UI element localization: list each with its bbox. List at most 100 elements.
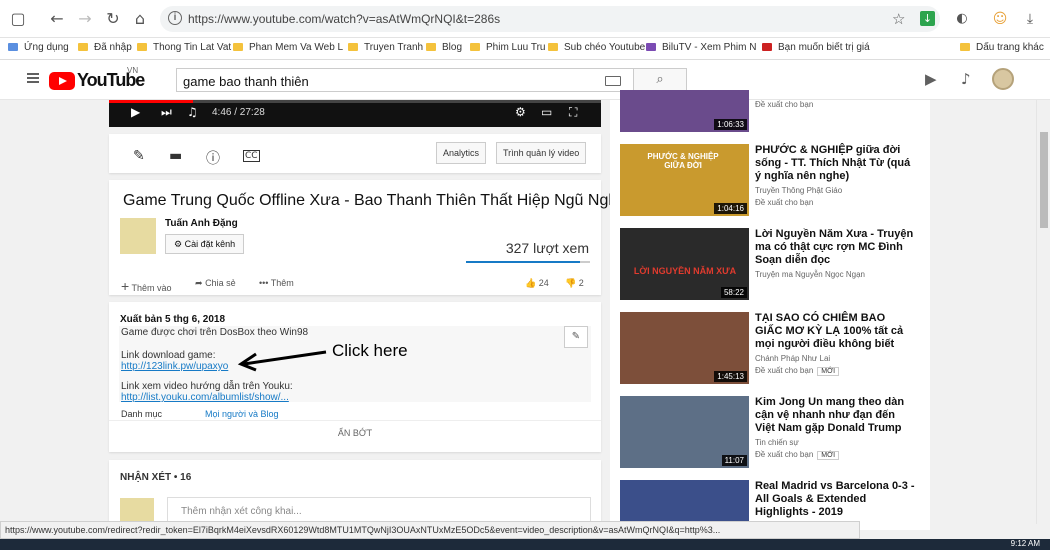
video-title: Game Trung Quốc Offline Xưa - Bao Thanh … xyxy=(123,192,622,209)
scroll-thumb[interactable] xyxy=(1040,132,1048,228)
bookmark-item[interactable]: Blog xyxy=(426,42,462,53)
downloads-icon[interactable]: ⤓ xyxy=(1020,9,1040,29)
creator-toolbar: ✎ ▬ ⓘ CC Analytics Trình quản lý video xyxy=(109,134,601,173)
folder-icon xyxy=(137,43,147,51)
next-icon[interactable]: ⏭ xyxy=(161,105,172,120)
bookmark-item[interactable]: Truyen Tranh xyxy=(348,42,423,53)
plus-icon: + xyxy=(121,278,130,294)
related-video-item[interactable]: LỜI NGUYỀN NĂM XƯA 58:22 Lời Nguyền Năm … xyxy=(620,228,920,300)
channel-settings-button[interactable]: ⚙ Cài đặt kênh xyxy=(165,234,245,254)
comments-section: NHẬN XÉT • 16 Thêm nhận xét công khai... xyxy=(109,460,601,532)
address-bar[interactable]: i https://www.youtube.com/watch?v=asAtWm… xyxy=(160,6,940,32)
video-thumbnail[interactable]: 1:06:33 xyxy=(620,90,749,132)
address-url[interactable]: https://www.youtube.com/watch?v=asAtWmQr… xyxy=(188,12,500,26)
dislike-button[interactable]: 👎 2 xyxy=(565,278,584,289)
new-badge: MỚI xyxy=(817,367,840,376)
folder-icon xyxy=(960,43,970,51)
enhancements-icon[interactable]: ▬ xyxy=(169,148,182,164)
home-icon[interactable]: ⌂ xyxy=(130,9,150,29)
bookmark-item[interactable]: Bạn muốn biết trị giá xyxy=(762,42,870,53)
account-avatar[interactable] xyxy=(992,68,1014,90)
captions-icon[interactable]: CC xyxy=(243,150,260,162)
related-videos: 1:06:33 Đề xuất cho bạn PHƯỚC & NGHIỆP G… xyxy=(610,90,930,530)
description-panel: Xuất bản 5 thg 6, 2018 Game được chơi tr… xyxy=(109,302,601,452)
related-video-item[interactable]: 11:07 Kim Jong Un mang theo dàn cận vệ n… xyxy=(620,396,920,468)
comment-placeholder[interactable]: Thêm nhận xét công khai... xyxy=(181,506,302,517)
theater-mode-icon[interactable]: ▭ xyxy=(541,105,552,119)
video-thumbnail[interactable]: 11:07 xyxy=(620,396,749,468)
folder-icon xyxy=(426,43,436,51)
bookmark-item[interactable]: Sub chéo Youtube xyxy=(548,42,645,53)
bookmark-apps[interactable]: Ứng dụng xyxy=(8,42,69,53)
bookmark-item[interactable]: Thong Tin Lat Vat xyxy=(137,42,231,53)
edit-pencil-icon[interactable]: ✎ xyxy=(133,148,145,164)
taskbar-clock: 9:12 AM xyxy=(1010,539,1040,548)
share-arrow-icon: ➦ xyxy=(195,279,203,289)
more-button[interactable]: ••• Thêm xyxy=(259,278,294,288)
folder-icon xyxy=(78,43,88,51)
channel-avatar[interactable] xyxy=(120,218,156,254)
like-button[interactable]: 👍 24 xyxy=(525,278,549,289)
show-less-button[interactable]: ẨN BỚT xyxy=(109,428,601,438)
back-icon[interactable]: ← xyxy=(47,9,67,29)
info-icon[interactable]: i xyxy=(168,11,182,25)
youtube-play-icon xyxy=(49,71,75,90)
youtube-logo[interactable]: YouTube VN xyxy=(49,66,145,90)
more-dots-icon: ••• xyxy=(259,278,269,288)
bookmark-star-icon[interactable]: ☆ xyxy=(892,10,905,28)
apps-grid-icon xyxy=(8,43,18,51)
category-link[interactable]: Mọi người và Blog xyxy=(205,409,278,419)
bilutv-icon xyxy=(646,43,656,51)
bookmark-item[interactable]: Phim Luu Tru xyxy=(470,42,545,53)
folder-icon xyxy=(233,43,243,51)
forward-icon[interactable]: → xyxy=(75,9,95,29)
video-thumbnail[interactable]: 1:45:13 xyxy=(620,312,749,384)
annotation-text: Click here xyxy=(332,341,408,360)
category-label: Danh mục xyxy=(121,409,163,419)
description-line: Link xem video hướng dẫn trên Youku: xyxy=(121,381,293,392)
bookmark-other[interactable]: Dấu trang khác xyxy=(960,42,1044,53)
page-scrollbar[interactable] xyxy=(1036,100,1050,524)
video-manager-button[interactable]: Trình quản lý video xyxy=(496,142,587,164)
edit-description-button[interactable]: ✎ xyxy=(564,326,588,348)
search-icon: ⌕ xyxy=(656,72,664,87)
create-video-icon[interactable]: ▶ xyxy=(925,70,937,88)
pencil-icon: ✎ xyxy=(571,331,581,342)
analytics-button[interactable]: Analytics xyxy=(436,142,487,164)
progress-bar[interactable] xyxy=(109,100,601,103)
extension-icon[interactable]: ◐ xyxy=(952,9,972,29)
tab-menu-icon[interactable]: ▢ xyxy=(8,9,28,29)
bookmark-item[interactable]: Đã nhập xyxy=(78,42,132,53)
annotation-arrow-icon xyxy=(237,350,327,372)
reload-icon[interactable]: ↻ xyxy=(103,9,123,29)
channel-name[interactable]: Tuấn Anh Đặng xyxy=(165,218,238,229)
volume-icon[interactable]: ♫ xyxy=(187,105,198,119)
add-to-button[interactable]: + Thêm vào xyxy=(121,278,172,294)
search-input[interactable]: game bao thanh thiên xyxy=(176,68,634,92)
keyboard-icon[interactable] xyxy=(605,76,621,86)
folder-icon xyxy=(470,43,480,51)
settings-gear-icon[interactable]: ⚙ xyxy=(515,105,526,119)
download-extension-icon[interactable]: ↓ xyxy=(920,11,935,26)
related-video-item[interactable]: PHƯỚC & NGHIỆP GIỮA ĐỜI 1:04:16 PHƯỚC & … xyxy=(620,144,920,216)
bookmark-item[interactable]: BiluTV - Xem Phim N xyxy=(646,42,756,53)
description-line: Link download game: xyxy=(121,350,216,361)
gear-icon: ⚙ xyxy=(174,240,183,250)
share-button[interactable]: ➦ Chia sẻ xyxy=(195,278,236,289)
menu-icon[interactable] xyxy=(27,73,39,83)
related-video-item[interactable]: 1:06:33 Đề xuất cho bạn xyxy=(620,90,920,132)
download-link[interactable]: http://123link.pw/upaxyo xyxy=(121,361,228,372)
notifications-bell-icon[interactable]: ♪ xyxy=(961,70,971,88)
play-icon[interactable]: ▶ xyxy=(131,105,140,119)
emoji-extension-icon[interactable]: ☺ xyxy=(990,9,1010,29)
related-video-item[interactable]: 1:45:13 TẠI SAO CÓ CHIÊM BAO GIẤC MƠ KỲ … xyxy=(620,312,920,384)
folder-icon xyxy=(548,43,558,51)
info-circle-icon[interactable]: ⓘ xyxy=(206,148,220,168)
video-thumbnail[interactable]: PHƯỚC & NGHIỆP GIỮA ĐỜI 1:04:16 xyxy=(620,144,749,216)
video-thumbnail[interactable]: LỜI NGUYỀN NĂM XƯA 58:22 xyxy=(620,228,749,300)
search-button[interactable]: ⌕ xyxy=(633,68,687,92)
fullscreen-icon[interactable]: ⛶ xyxy=(569,105,577,120)
youku-link[interactable]: http://list.youku.com/albumlist/show/... xyxy=(121,392,289,403)
bookmarks-bar: Ứng dụng Đã nhập Thong Tin Lat Vat Phan … xyxy=(0,38,1050,60)
bookmark-item[interactable]: Phan Mem Va Web L xyxy=(233,42,343,53)
